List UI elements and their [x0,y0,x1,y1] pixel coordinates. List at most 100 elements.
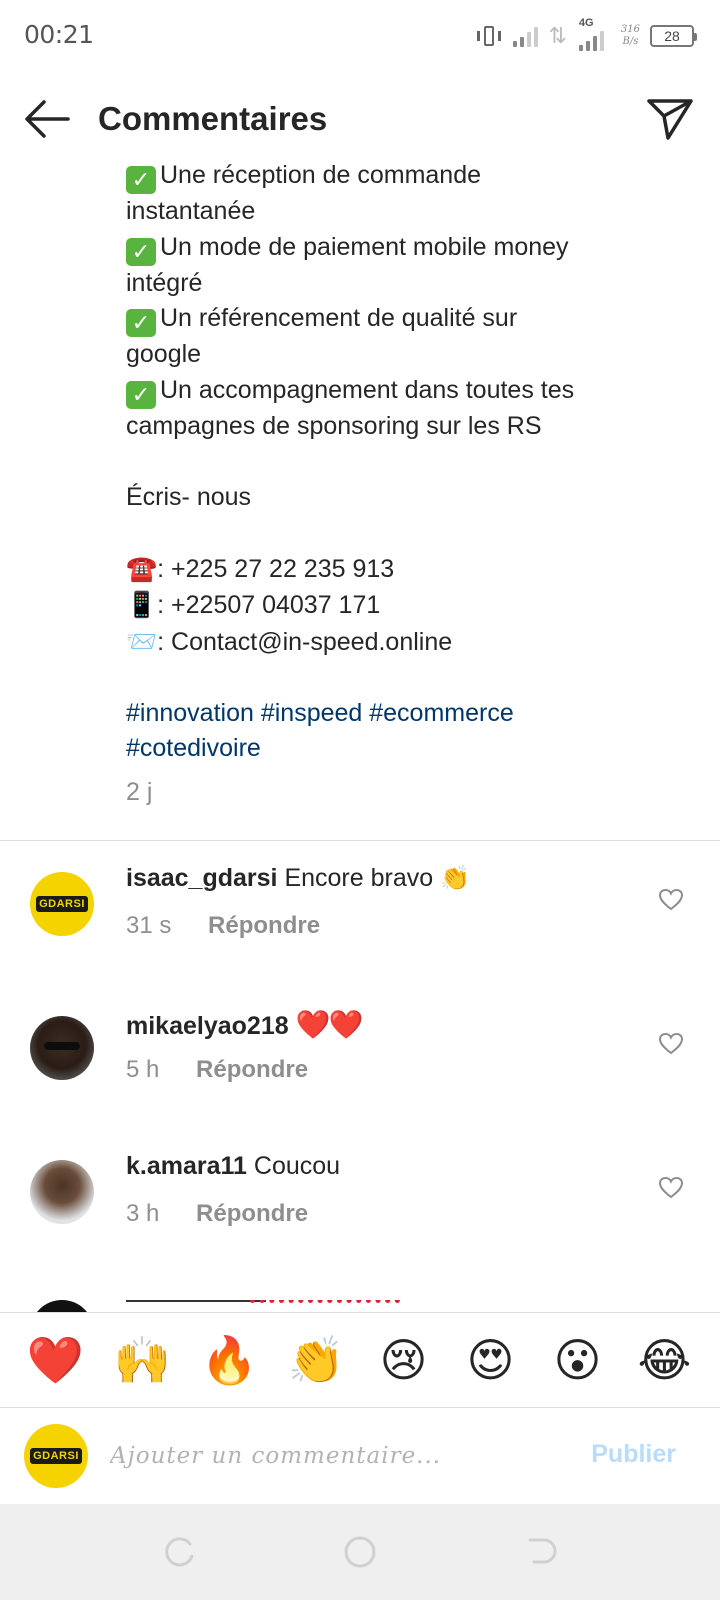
caption-line: Écris- nous [126,482,252,511]
avatar[interactable] [30,1160,94,1224]
hashtag-link[interactable]: #cotedivoire [126,734,261,762]
comment-meta: 5 h Répondre [126,1056,308,1084]
emoji-crying-button[interactable]: 😢 [374,1330,434,1390]
comment-body: Encore bravo [284,864,434,892]
emoji-raised-hands-button[interactable]: 🙌 [113,1330,173,1390]
caption-line: ✓ Une réception de commande [126,158,686,194]
post-caption: ✓ Une réception de commande instantanée ✓… [126,158,686,810]
status-time: 00:21 [24,20,94,49]
emoji-heart-button[interactable]: ❤️ [26,1330,86,1390]
avatar[interactable]: GDARSI [30,872,94,936]
back-nav-icon [528,1538,557,1564]
like-button[interactable] [658,1032,684,1056]
avatar-logo-text: GDARSI [30,1448,82,1464]
comment-time: 3 h [126,1200,160,1227]
network-speed: 316 B/s [620,24,640,47]
signal-icon [513,25,539,47]
caption-line: ✓ Un référencement de qualité sur [126,301,686,337]
comment-username[interactable]: isaac_gdarsi [126,864,278,892]
recent-apps-button[interactable] [162,1534,198,1570]
status-bar: 00:21 ⇅ 4G 316 B/s 28 [0,0,720,72]
back-button[interactable] [22,96,72,142]
comment-item-partial [0,1300,720,1312]
reply-button[interactable]: Répondre [196,1056,308,1083]
reply-button[interactable]: Répondre [196,1200,308,1227]
avatar[interactable] [30,1016,94,1080]
like-button[interactable] [658,1176,684,1200]
system-nav-bar [0,1504,720,1600]
heart-outline-icon [658,888,684,911]
home-button[interactable] [342,1534,378,1570]
telephone-icon: ☎️ [126,553,158,583]
comment-item: GDARSI isaac_gdarsi Encore bravo 👏 31 s … [0,860,720,980]
comment-item: k.amara11 Coucou 3 h Répondre [0,1148,720,1268]
paper-plane-icon [647,99,693,140]
comment-meta: 3 h Répondre [126,1200,308,1228]
caption-line: intégré [126,268,203,297]
comment-meta: 31 s Répondre [126,912,320,940]
battery-level: 28 [664,28,680,44]
caption-line: ✓ Un mode de paiement mobile money [126,230,686,266]
caption-timestamp: 2 j [126,777,153,806]
comment-time: 5 h [126,1056,160,1083]
arrow-left-icon [25,100,70,138]
reply-button[interactable]: Répondre [208,912,320,939]
clapping-hands-icon: 👏 [440,864,470,892]
caption-line: ✓ Un accompagnement dans toutes tes [126,373,686,409]
comment-text: mikaelyao218 ❤️❤️ [126,1008,364,1041]
avatar [30,1300,94,1312]
heart-outline-icon [658,1032,684,1055]
like-button[interactable] [658,888,684,912]
comment-input[interactable] [110,1434,550,1478]
comment-username[interactable]: k.amara11 [126,1152,247,1180]
page-title: Commentaires [98,100,328,137]
emoji-laughing-button[interactable]: 😂 [635,1330,695,1390]
check-mark-icon: ✓ [126,380,156,409]
current-user-avatar: GDARSI [24,1424,88,1488]
check-mark-icon: ✓ [126,237,156,266]
comment-emoji-partial [250,1300,400,1308]
caption-line: instantanée [126,197,256,225]
battery-icon: 28 [650,25,697,47]
hashtag-links[interactable]: #innovation #inspeed #ecommerce [126,699,514,727]
contact-email: 📨: Contact@in-speed.online [126,626,453,656]
network-type: 4G [578,17,594,29]
caption-line: campagnes de sponsoring sur les RS [126,411,542,440]
emoji-fire-button[interactable]: 🔥 [200,1330,260,1390]
comment-composer: GDARSI Publier [0,1408,720,1504]
contact-phone: ☎️: +225 27 22 235 913 [126,553,395,583]
check-mark-icon: ✓ [126,309,156,337]
mobile-phone-icon: 📱 [126,590,158,619]
recent-apps-icon [165,1537,194,1567]
red-hearts-icon: ❤️❤️ [295,1008,364,1041]
data-arrows-icon: ⇅ [548,23,567,48]
status-icons: ⇅ 4G 316 B/s 28 [475,17,697,54]
comment-time: 31 s [126,912,172,939]
back-nav-button[interactable] [522,1534,558,1570]
header: Commentaires [0,80,720,160]
home-circle-icon [344,1536,376,1568]
heart-outline-icon [658,1176,684,1199]
emoji-reaction-bar: ❤️ 🙌 🔥 👏 😢 😍 😮 😂 [0,1312,720,1408]
caption-blank [126,515,686,551]
emoji-heart-eyes-button[interactable]: 😍 [461,1330,521,1390]
check-mark-icon: ✓ [126,166,156,194]
comment-text: isaac_gdarsi Encore bravo 👏 [126,864,470,893]
hashtags: #cotedivoire [126,731,686,767]
avatar-logo-text: GDARSI [36,896,88,912]
emoji-clap-button[interactable]: 👏 [287,1330,347,1390]
contact-mobile: 📱: +22507 04037 171 [126,590,381,619]
comment-body: Coucou [253,1152,341,1180]
hashtags: #innovation #inspeed #ecommerce [126,696,686,732]
comment-username[interactable]: mikaelyao218 [126,1012,289,1040]
divider [0,840,720,841]
share-button[interactable] [646,96,694,142]
caption-blank [126,444,686,480]
vibrate-icon [475,23,503,49]
emoji-surprised-button[interactable]: 😮 [548,1330,608,1390]
comment-username-partial [126,1300,266,1312]
envelope-icon: 📨 [126,626,158,656]
network-4g-icon: 4G [577,17,611,51]
caption-line: google [126,340,202,368]
publish-button[interactable]: Publier [591,1440,676,1469]
